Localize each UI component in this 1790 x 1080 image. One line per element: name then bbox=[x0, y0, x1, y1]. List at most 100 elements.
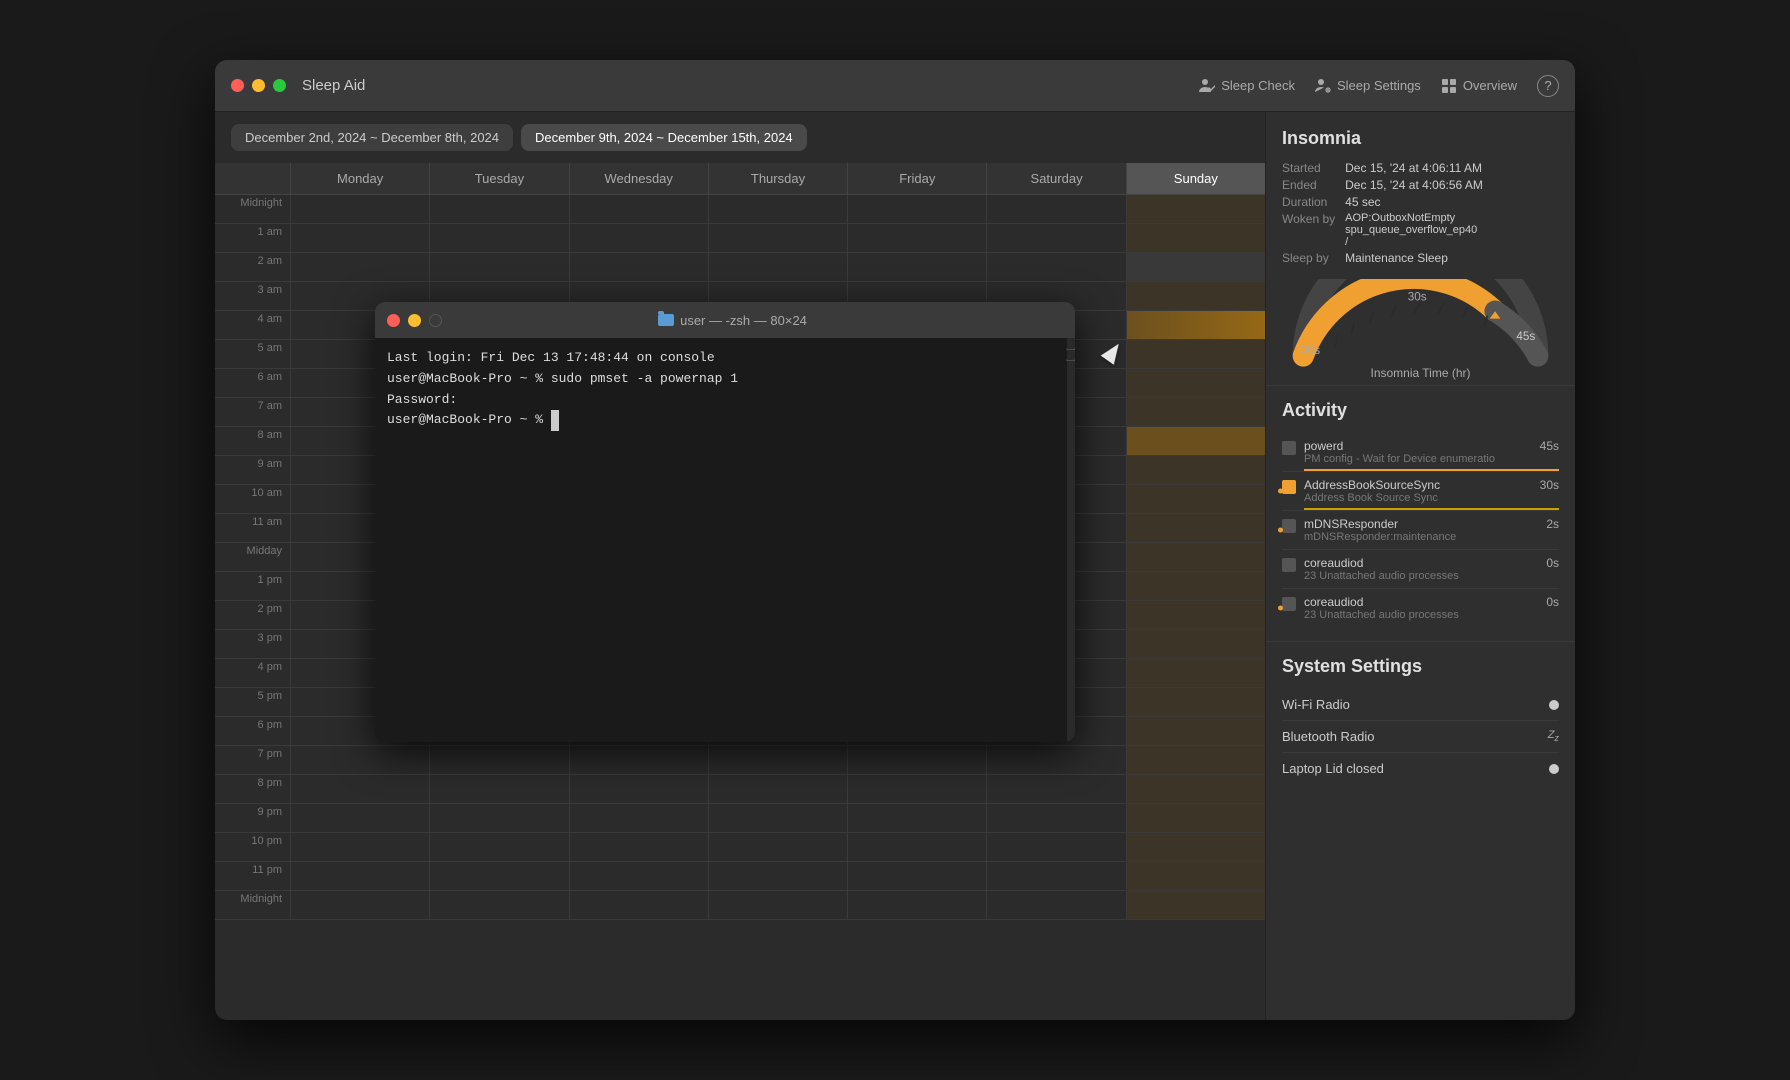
sleep-by-value: Maintenance Sleep bbox=[1345, 251, 1559, 265]
svg-text:30s: 30s bbox=[1408, 291, 1427, 304]
calendar-panel: December 2nd, 2024 ~ December 8th, 2024 … bbox=[215, 112, 1265, 1020]
sleep-check-button[interactable]: Sleep Check bbox=[1199, 78, 1295, 94]
system-settings-title: System Settings bbox=[1282, 656, 1559, 677]
time-row-midnight: Midnight bbox=[215, 195, 1265, 224]
app-window: Sleep Aid Sleep Check Sleep Settings bbox=[215, 60, 1575, 1020]
activity-item-coreaudiod1: coreaudiod 23 Unattached audio processes… bbox=[1282, 550, 1559, 589]
svg-text:45s: 45s bbox=[1516, 330, 1535, 343]
current-week-button[interactable]: December 9th, 2024 ~ December 15th, 2024 bbox=[521, 124, 807, 151]
maximize-button[interactable] bbox=[273, 79, 286, 92]
woken-by-label: Woken by bbox=[1282, 212, 1335, 248]
wifi-radio-label: Wi-Fi Radio bbox=[1282, 697, 1350, 712]
activity-text-powerd: powerd PM config - Wait for Device enume… bbox=[1304, 439, 1532, 465]
activity-text-coreaudiod2: coreaudiod 23 Unattached audio processes bbox=[1304, 595, 1538, 621]
terminal-close-button[interactable] bbox=[387, 314, 400, 327]
activity-icon-addressbook bbox=[1282, 480, 1296, 494]
day-header-sunday: Sunday bbox=[1126, 163, 1265, 194]
time-row-2am: 2 am bbox=[215, 253, 1265, 282]
activity-item-mdns: mDNSResponder mDNSResponder:maintenance … bbox=[1282, 511, 1559, 550]
overview-button[interactable]: Overview bbox=[1441, 78, 1517, 94]
activity-item-addressbook: AddressBookSourceSync Address Book Sourc… bbox=[1282, 472, 1559, 511]
day-header-wednesday: Wednesday bbox=[569, 163, 708, 194]
terminal-line-3: Password: bbox=[387, 390, 1063, 411]
app-title: Sleep Aid bbox=[302, 77, 1199, 94]
sleep-by-label: Sleep by bbox=[1282, 251, 1335, 265]
day-header-thursday: Thursday bbox=[708, 163, 847, 194]
terminal-titlebar: user — -zsh — 80×24 bbox=[375, 302, 1075, 338]
main-content: December 2nd, 2024 ~ December 8th, 2024 … bbox=[215, 112, 1575, 1020]
person-check-icon bbox=[1199, 78, 1215, 94]
activity-icon-coreaudiod1 bbox=[1282, 558, 1296, 572]
terminal-line-1: Last login: Fri Dec 13 17:48:44 on conso… bbox=[387, 348, 1063, 369]
woken-by-value: AOP:OutboxNotEmptyspu_queue_overflow_ep4… bbox=[1345, 212, 1559, 248]
setting-wifi-radio: Wi-Fi Radio bbox=[1282, 689, 1559, 721]
title-bar-buttons: Sleep Check Sleep Settings Overv bbox=[1199, 75, 1559, 97]
started-value: Dec 15, '24 at 4:06:11 AM bbox=[1345, 161, 1559, 175]
powerd-activity-bar bbox=[1304, 469, 1559, 471]
time-row-10pm: 10 pm bbox=[215, 833, 1265, 862]
overview-icon bbox=[1441, 78, 1457, 94]
sleep-settings-button[interactable]: Sleep Settings bbox=[1315, 78, 1421, 94]
day-headers: Monday Tuesday Wednesday Thursday Friday… bbox=[215, 163, 1265, 195]
week-nav: December 2nd, 2024 ~ December 8th, 2024 … bbox=[215, 112, 1265, 163]
title-bar: Sleep Aid Sleep Check Sleep Settings bbox=[215, 60, 1575, 112]
activity-text-mdns: mDNSResponder mDNSResponder:maintenance bbox=[1304, 517, 1538, 543]
activity-icon-mdns bbox=[1282, 519, 1296, 533]
terminal-minimize-button[interactable] bbox=[408, 314, 421, 327]
insomnia-gauge: 30s 30s 45s Insomnia Time (hr) bbox=[1282, 279, 1559, 369]
wifi-radio-indicator bbox=[1549, 700, 1559, 710]
day-header-saturday: Saturday bbox=[986, 163, 1125, 194]
addressbook-activity-bar bbox=[1304, 508, 1559, 510]
prev-week-button[interactable]: December 2nd, 2024 ~ December 8th, 2024 bbox=[231, 124, 513, 151]
terminal-folder-icon bbox=[658, 314, 674, 326]
started-label: Started bbox=[1282, 161, 1335, 175]
setting-laptop-lid: Laptop Lid closed bbox=[1282, 753, 1559, 784]
ended-label: Ended bbox=[1282, 178, 1335, 192]
setting-bluetooth-radio: Bluetooth Radio Zz bbox=[1282, 721, 1559, 753]
terminal-maximize-button[interactable] bbox=[429, 314, 442, 327]
activity-title: Activity bbox=[1282, 400, 1559, 421]
person-gear-icon bbox=[1315, 78, 1331, 94]
close-button[interactable] bbox=[231, 79, 244, 92]
time-row-1am: 1 am bbox=[215, 224, 1265, 253]
minimize-button[interactable] bbox=[252, 79, 265, 92]
time-row-11pm: 11 pm bbox=[215, 862, 1265, 891]
time-row-8pm: 8 pm bbox=[215, 775, 1265, 804]
insomnia-section: Insomnia Started Dec 15, '24 at 4:06:11 … bbox=[1266, 112, 1575, 386]
bluetooth-radio-label: Bluetooth Radio bbox=[1282, 729, 1375, 744]
addressbook-dot bbox=[1278, 489, 1283, 494]
activity-item-coreaudiod2: coreaudiod 23 Unattached audio processes… bbox=[1282, 589, 1559, 627]
gauge-svg: 30s 30s 45s bbox=[1282, 279, 1559, 369]
ended-value: Dec 15, '24 at 4:06:56 AM bbox=[1345, 178, 1559, 192]
mdns-dot bbox=[1278, 528, 1283, 533]
traffic-lights bbox=[231, 79, 286, 92]
duration-label: Duration bbox=[1282, 195, 1335, 209]
terminal-line-2: user@MacBook-Pro ~ % sudo pmset -a power… bbox=[387, 369, 1063, 390]
time-row-9pm: 9 pm bbox=[215, 804, 1265, 833]
activity-icon-coreaudiod2 bbox=[1282, 597, 1296, 611]
terminal-body[interactable]: Last login: Fri Dec 13 17:48:44 on conso… bbox=[375, 338, 1075, 742]
laptop-lid-label: Laptop Lid closed bbox=[1282, 761, 1384, 776]
time-row-midnight-end: Midnight bbox=[215, 891, 1265, 920]
duration-value: 45 sec bbox=[1345, 195, 1559, 209]
activity-item-powerd: powerd PM config - Wait for Device enume… bbox=[1282, 433, 1559, 472]
bluetooth-radio-indicator: Zz bbox=[1548, 729, 1559, 743]
activity-icon-powerd bbox=[1282, 441, 1296, 455]
insomnia-title: Insomnia bbox=[1282, 128, 1559, 149]
help-button[interactable]: ? bbox=[1537, 75, 1559, 97]
insomnia-info-grid: Started Dec 15, '24 at 4:06:11 AM Ended … bbox=[1282, 161, 1559, 265]
coreaudiod2-dot bbox=[1278, 606, 1283, 611]
activity-section: Activity powerd PM config - Wait for Dev… bbox=[1266, 386, 1575, 642]
time-header-spacer bbox=[215, 163, 290, 194]
terminal-scrollbar[interactable]: ] ] bbox=[1067, 338, 1075, 742]
activity-text-addressbook: AddressBookSourceSync Address Book Sourc… bbox=[1304, 478, 1532, 504]
system-settings-section: System Settings Wi-Fi Radio Bluetooth Ra… bbox=[1266, 642, 1575, 798]
day-header-tuesday: Tuesday bbox=[429, 163, 568, 194]
activity-text-coreaudiod1: coreaudiod 23 Unattached audio processes bbox=[1304, 556, 1538, 582]
terminal-title: user — -zsh — 80×24 bbox=[450, 313, 1015, 328]
terminal-window[interactable]: user — -zsh — 80×24 Last login: Fri Dec … bbox=[375, 302, 1075, 742]
right-panel: Insomnia Started Dec 15, '24 at 4:06:11 … bbox=[1265, 112, 1575, 1020]
laptop-lid-indicator bbox=[1549, 764, 1559, 774]
day-header-monday: Monday bbox=[290, 163, 429, 194]
svg-text:30s: 30s bbox=[1301, 344, 1320, 357]
